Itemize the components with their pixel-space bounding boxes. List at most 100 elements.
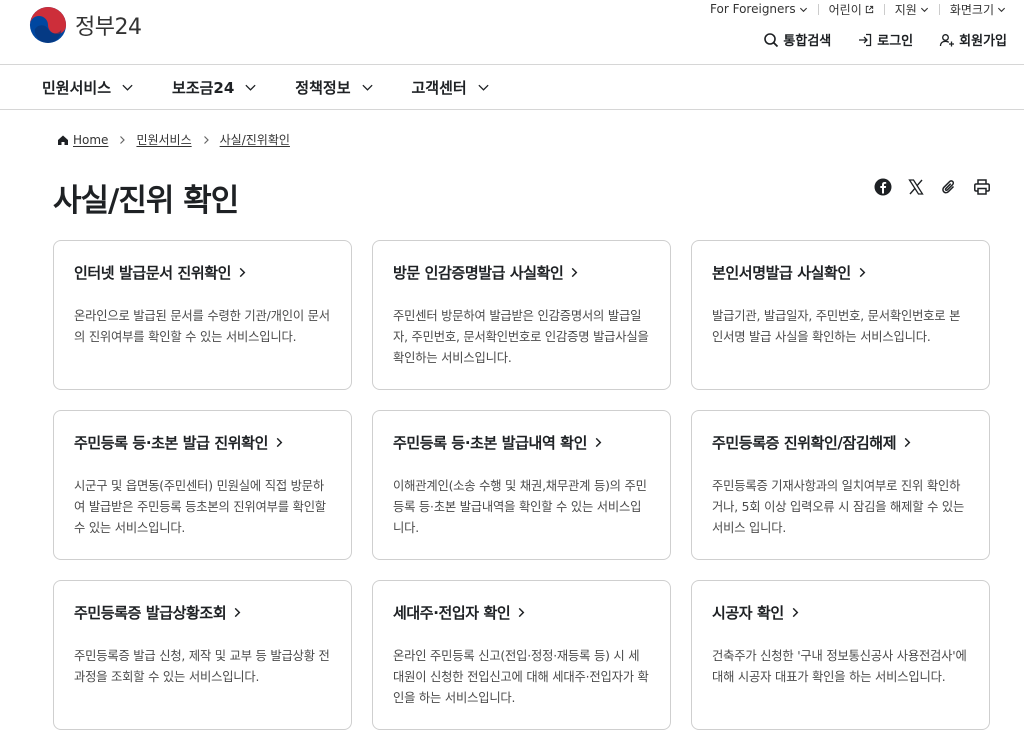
card-title-text: 세대주·전입자 확인 — [393, 604, 511, 622]
breadcrumb-home-label: Home — [73, 132, 109, 147]
chevron-right-icon — [595, 437, 602, 448]
chevron-right-icon — [203, 135, 209, 144]
card-title-text: 시공자 확인 — [712, 604, 784, 622]
card-title: 주민등록증 진위확인/잠김해제 — [712, 432, 969, 453]
service-card-id-card-verify[interactable]: 주민등록증 진위확인/잠김해제 주민등록증 기재사항과의 일치여부로 진위 확인… — [691, 410, 990, 560]
card-description: 발급기관, 발급일자, 주민번호, 문서확인번호로 본인서명 발급 사실을 확인… — [712, 309, 961, 344]
service-card-id-card-status[interactable]: 주민등록증 발급상황조회 주민등록증 발급 신청, 제작 및 교부 등 발급상황… — [53, 580, 352, 730]
card-title: 주민등록증 발급상황조회 — [74, 602, 331, 623]
breadcrumb-civil-service[interactable]: 민원서비스 — [136, 131, 191, 148]
chevron-right-icon — [276, 437, 283, 448]
card-title-text: 인터넷 발급문서 진위확인 — [74, 264, 232, 282]
card-title: 인터넷 발급문서 진위확인 — [74, 262, 331, 283]
print-button[interactable] — [973, 178, 991, 196]
nav-item-label: 정책정보 — [295, 78, 351, 97]
card-description: 주민센터 방문하여 발급받은 인감증명서의 발급일자, 주민번호, 문서확인번호… — [393, 309, 649, 365]
service-card-resident-reg-history[interactable]: 주민등록 등·초본 발급내역 확인 이해관계인(소송 수행 및 채권,채무관계 … — [372, 410, 671, 560]
government-logo-icon — [29, 6, 67, 44]
service-card-signature-verify[interactable]: 본인서명발급 사실확인 발급기관, 발급일자, 주민번호, 문서확인번호로 본인… — [691, 240, 990, 390]
login-label: 로그인 — [877, 34, 914, 49]
util-link-label: 지원 — [894, 2, 917, 17]
signup-button[interactable]: 회원가입 — [939, 30, 1007, 49]
card-description: 주민등록증 기재사항과의 일치여부로 진위 확인하거나, 5회 이상 입력오류 … — [712, 479, 965, 535]
divider — [817, 3, 819, 15]
chevron-down-icon — [361, 84, 373, 91]
nav-item-label: 고객센터 — [411, 78, 467, 97]
service-card-householder-confirm[interactable]: 세대주·전입자 확인 온라인 주민등록 신고(전입·정정·재등록 등) 시 세대… — [372, 580, 671, 730]
card-description: 온라인으로 발급된 문서를 수령한 기관/개인이 문서의 진위여부를 확인할 수… — [74, 309, 330, 344]
breadcrumb-home[interactable]: Home — [57, 133, 108, 147]
chevron-down-icon — [478, 84, 489, 91]
page-title: 사실/진위 확인 — [53, 183, 239, 219]
home-icon — [58, 135, 68, 145]
font-size-link[interactable]: 화면크기 — [950, 1, 1006, 18]
external-link-icon — [865, 5, 873, 13]
divider — [938, 3, 940, 15]
nav-item-label: 보조금24 — [172, 78, 235, 97]
search-label: 통합검색 — [783, 34, 832, 49]
search-icon — [764, 32, 779, 47]
nav-item-civil-service[interactable]: 민원서비스 — [42, 77, 134, 98]
service-card-resident-reg-verify[interactable]: 주민등록 등·초본 발급 진위확인 시군구 및 읍면동(주민센터) 민원실에 직… — [53, 410, 352, 560]
card-title-text: 주민등록증 발급상황조회 — [74, 604, 227, 622]
search-button[interactable]: 통합검색 — [763, 30, 831, 49]
card-title-text: 본인서명발급 사실확인 — [712, 264, 851, 282]
card-description: 건축주가 신청한 '구내 정보통신공사 사용전검사'에 대해 시공자 대표가 확… — [712, 649, 967, 684]
logo-text: 정부24 — [75, 15, 142, 40]
kids-link[interactable]: 어린이 — [829, 1, 874, 18]
util-link-label: 화면크기 — [949, 2, 994, 17]
facebook-share-button[interactable] — [874, 178, 892, 196]
card-title-text: 주민등록 등·초본 발급 진위확인 — [74, 434, 268, 452]
service-card-contractor-confirm[interactable]: 시공자 확인 건축주가 신청한 '구내 정보통신공사 사용전검사'에 대해 시공… — [691, 580, 990, 730]
print-icon — [974, 179, 990, 195]
copy-link-button[interactable] — [940, 178, 958, 196]
card-title-text: 주민등록 등·초본 발급내역 확인 — [393, 434, 587, 452]
main-navigation: 민원서비스 보조금24 정책정보 고객센터 — [0, 65, 1024, 110]
chevron-right-icon — [234, 607, 241, 618]
login-button[interactable]: 로그인 — [857, 30, 913, 49]
chevron-down-icon — [245, 84, 256, 91]
service-card-grid: 인터넷 발급문서 진위확인 온라인으로 발급된 문서를 수령한 기관/개인이 문… — [53, 240, 990, 730]
divider — [883, 3, 885, 15]
card-title: 방문 인감증명발급 사실확인 — [393, 262, 650, 283]
card-title: 시공자 확인 — [712, 602, 969, 623]
x-icon — [908, 179, 924, 195]
nav-item-label: 민원서비스 — [42, 78, 112, 97]
share-tools — [874, 178, 991, 196]
facebook-icon — [874, 178, 892, 196]
card-description: 이해관계인(소송 수행 및 채권,채무관계 등)의 주민등록 등·초본 발급내역… — [393, 479, 647, 535]
card-title-text: 주민등록증 진위확인/잠김해제 — [712, 434, 897, 452]
util-link-label: 어린이 — [828, 2, 862, 17]
link-icon — [942, 180, 955, 194]
utility-links: For Foreigners 어린이 지원 화면크기 — [710, 0, 1006, 18]
service-card-internet-doc-verify[interactable]: 인터넷 발급문서 진위확인 온라인으로 발급된 문서를 수령한 기관/개인이 문… — [53, 240, 352, 390]
card-title: 세대주·전입자 확인 — [393, 602, 650, 623]
site-logo[interactable]: 정부24 — [29, 6, 142, 44]
chevron-right-icon — [859, 267, 866, 278]
card-title: 주민등록 등·초본 발급 진위확인 — [74, 432, 331, 453]
chevron-right-icon — [120, 135, 126, 144]
chevron-right-icon — [904, 437, 911, 448]
x-share-button[interactable] — [907, 178, 925, 196]
user-actions: 통합검색 로그인 회원가입 — [763, 30, 1007, 49]
chevron-right-icon — [239, 267, 246, 278]
service-card-seal-cert-verify[interactable]: 방문 인감증명발급 사실확인 주민센터 방문하여 발급받은 인감증명서의 발급일… — [372, 240, 671, 390]
chevron-down-icon — [920, 7, 928, 12]
chevron-right-icon — [519, 607, 525, 618]
nav-item-customer-center[interactable]: 고객센터 — [412, 77, 490, 98]
nav-item-subsidy24[interactable]: 보조금24 — [172, 77, 257, 98]
card-description: 주민등록증 발급 신청, 제작 및 교부 등 발급상황 전 과정을 조회할 수 … — [74, 649, 330, 684]
card-title: 주민등록 등·초본 발급내역 확인 — [393, 432, 650, 453]
user-add-icon — [940, 33, 955, 46]
signup-label: 회원가입 — [959, 34, 1007, 49]
card-title-text: 방문 인감증명발급 사실확인 — [393, 264, 564, 282]
breadcrumb-current[interactable]: 사실/진위확인 — [220, 131, 290, 148]
for-foreigners-link[interactable]: For Foreigners — [710, 2, 808, 16]
nav-item-policy-info[interactable]: 정책정보 — [295, 77, 373, 98]
login-icon — [859, 33, 872, 46]
chevron-right-icon — [572, 267, 578, 278]
chevron-down-icon — [799, 7, 807, 12]
card-title: 본인서명발급 사실확인 — [712, 262, 969, 283]
chevron-right-icon — [792, 607, 799, 618]
support-link[interactable]: 지원 — [895, 1, 929, 18]
